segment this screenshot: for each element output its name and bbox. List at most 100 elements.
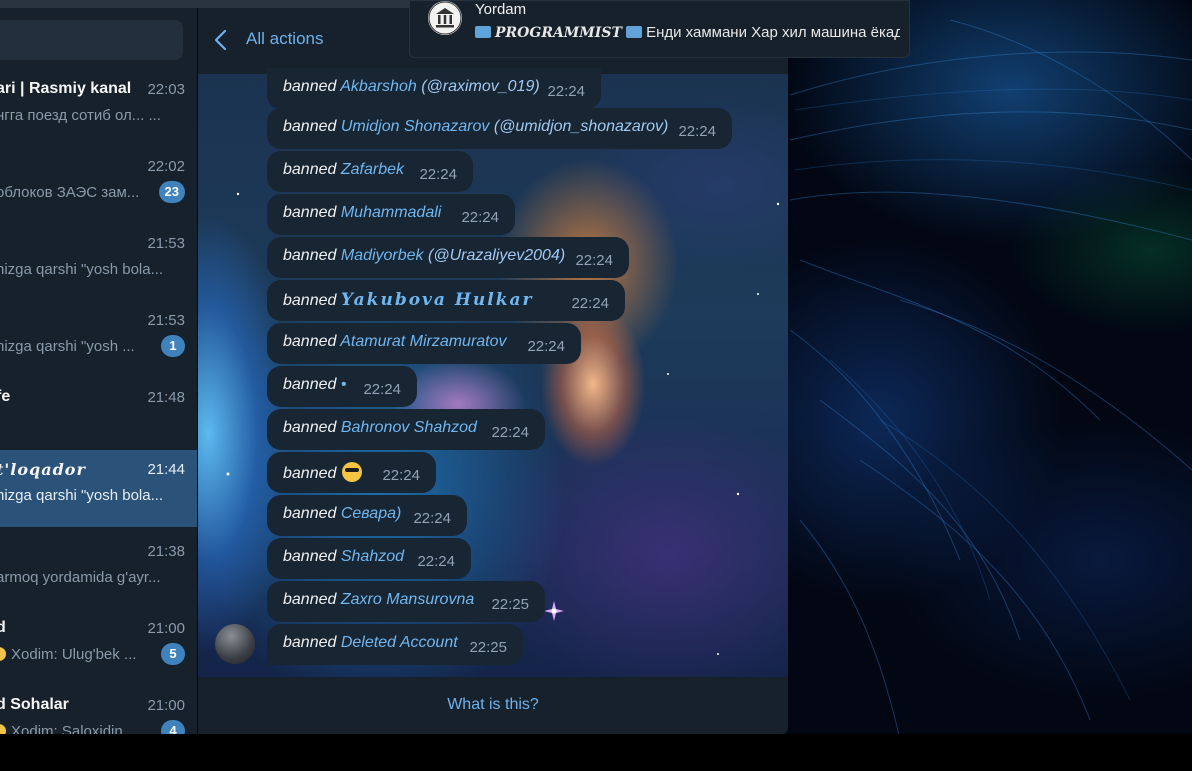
chat-list-item[interactable]: fe 21:48	[0, 378, 197, 455]
chat-list-item[interactable]: 21:53 nizga qarshi "yosh bola...	[0, 224, 197, 301]
chat-name: fe	[0, 388, 11, 405]
user-link[interactable]: Zaxro Mansurovna	[341, 591, 474, 608]
what-is-this-link[interactable]: What is this?	[198, 696, 788, 714]
user-link[interactable]: Umidjon Shonazarov	[341, 118, 490, 135]
action-text: banned Madiyorbek (@Urazaliyev2004)	[283, 247, 565, 265]
action-text: banned Bahronov Shahzod	[283, 419, 477, 437]
building-icon	[428, 1, 462, 35]
chat-list-sidebar: ari | Rasmiy kanal 22:03 нгга поезд соти…	[0, 8, 197, 734]
user-link[interactable]: Atamurat Mirzamuratov	[340, 333, 506, 350]
unread-badge: 1	[161, 335, 185, 357]
message-time: 22:24	[413, 510, 451, 527]
admin-action-message: banned Bahronov Shahzod 22:24	[267, 409, 545, 450]
chat-time: 21:53	[147, 235, 185, 252]
action-verb: banned	[283, 161, 337, 178]
admin-avatar[interactable]	[215, 624, 255, 664]
search-input[interactable]	[0, 20, 183, 60]
sunglasses-emoji-icon[interactable]	[342, 462, 363, 482]
chat-time: 21:38	[147, 543, 185, 560]
user-link[interactable]: Deleted Account	[341, 634, 458, 651]
channel-avatar	[428, 1, 462, 35]
chat-preview: Xodim: Ulug'bek ...	[0, 646, 142, 663]
user-link[interactable]: Севарa)	[341, 505, 401, 522]
chat-preview-text: Xodim: Ulug'bek ...	[11, 646, 137, 663]
admin-action-message: banned • 22:24	[267, 366, 417, 407]
chat-footer: What is this?	[198, 677, 788, 734]
username-link[interactable]: (@raximov_019)	[421, 78, 540, 95]
action-verb: banned	[283, 247, 337, 264]
laptop-emoji-icon	[626, 26, 643, 38]
admin-action-message: banned Akbarshoh (@raximov_019) 22:24	[267, 68, 601, 109]
message-time: 22:24	[547, 83, 585, 100]
admin-action-message: banned 22:24	[267, 452, 436, 493]
action-text: banned Akbarshoh (@raximov_019)	[283, 78, 540, 96]
all-actions-title[interactable]: All actions	[246, 29, 323, 49]
notification-message: Енди хаммани Хар хил машина ёкад...	[646, 24, 900, 41]
admin-action-message: banned Zafarbek 22:24	[267, 151, 473, 192]
action-text: banned Yakubova Hulkar	[283, 290, 533, 310]
admin-action-message: banned Atamurat Mirzamuratov 22:24	[267, 323, 581, 364]
chat-time: 21:44	[147, 461, 185, 478]
chat-list-item[interactable]: d 21:00 Xodim: Ulug'bek ... 5	[0, 609, 197, 686]
username-link[interactable]: (@umidjon_shonazarov)	[494, 118, 669, 135]
admin-action-message: banned Muhammadali 22:24	[267, 194, 515, 235]
chat-list-item-active[interactable]: t'loqador 21:44 nizga qarshi "yosh bola.…	[0, 450, 197, 527]
user-link[interactable]: Akbarshoh	[340, 78, 417, 95]
chat-preview: nizga qarshi "yosh ...	[0, 338, 135, 355]
chat-preview: armoq yordamida g'ayr...	[0, 569, 161, 586]
message-time: 22:24	[382, 467, 420, 484]
back-arrow-icon[interactable]	[210, 26, 232, 54]
action-text: banned Muhammadali	[283, 204, 441, 222]
chat-list-item[interactable]: 21:38 armoq yordamida g'ayr...	[0, 532, 197, 609]
admin-action-message: banned Umidjon Shonazarov (@umidjon_shon…	[267, 108, 732, 149]
message-time: 22:24	[575, 252, 613, 269]
sparkle-star-icon	[544, 601, 564, 621]
notification-text: PROGRAMMIST Енди хаммани Хар хил машина …	[475, 24, 900, 41]
action-text: banned Zaxro Mansurovna	[283, 591, 474, 609]
chat-time: 21:53	[147, 312, 185, 329]
user-link[interactable]: Zafarbek	[341, 161, 404, 178]
chat-preview-text: Xodim: Saloxidin...	[11, 723, 136, 734]
window-top-strip	[0, 0, 470, 8]
user-link[interactable]: Shahzod	[341, 548, 404, 565]
chat-list-item[interactable]: ari | Rasmiy kanal 22:03 нгга поезд соти…	[0, 70, 197, 147]
laptop-emoji-icon	[475, 26, 491, 38]
action-text: banned	[283, 462, 363, 483]
notification-sender: PROGRAMMIST	[495, 25, 622, 41]
unread-badge: 5	[161, 643, 185, 665]
chat-list-item[interactable]: 22:02 облоков ЗАЭС зам... 23	[0, 147, 197, 224]
action-verb: banned	[283, 78, 337, 95]
action-text: banned Shahzod	[283, 548, 404, 566]
desktop-notification[interactable]: Yordam PROGRAMMIST Енди хаммани Хар хил …	[409, 0, 910, 58]
action-verb: banned	[283, 591, 337, 608]
message-time: 22:24	[461, 209, 499, 226]
user-link[interactable]: Muhammadali	[341, 204, 441, 221]
user-link[interactable]: Yakubova Hulkar	[341, 290, 534, 310]
user-link[interactable]: •	[341, 376, 347, 393]
chat-time: 22:02	[147, 158, 185, 175]
chat-list-item[interactable]: 21:53 nizga qarshi "yosh ... 1	[0, 301, 197, 378]
chat-list-item[interactable]: d Sohalar 21:00 Xodim: Saloxidin... 4	[0, 686, 197, 734]
chat-preview: Xodim: Saloxidin...	[0, 723, 142, 734]
message-time: 22:24	[678, 123, 716, 140]
message-time: 22:24	[363, 381, 401, 398]
action-verb: banned	[283, 118, 337, 135]
chat-time: 22:03	[147, 81, 185, 98]
user-link[interactable]: Bahronov Shahzod	[341, 419, 477, 436]
message-time: 22:24	[527, 338, 565, 355]
action-verb: banned	[283, 292, 337, 309]
admin-action-message: banned Madiyorbek (@Urazaliyev2004) 22:2…	[267, 237, 629, 278]
admin-action-message: banned Yakubova Hulkar 22:24	[267, 280, 625, 321]
chat-name: d	[0, 619, 6, 636]
admin-action-message: banned Deleted Account 22:25	[267, 624, 523, 665]
message-time: 22:24	[571, 295, 609, 312]
action-text: banned Zafarbek	[283, 161, 404, 179]
chat-preview: нгга поезд сотиб ол... ...	[0, 107, 161, 124]
screen-bottom-edge	[0, 734, 1192, 771]
username-link[interactable]: (@Urazaliyev2004)	[428, 247, 565, 264]
action-verb: banned	[283, 204, 337, 221]
user-link[interactable]: Madiyorbek	[341, 247, 424, 264]
chat-preview: облоков ЗАЭС зам...	[0, 184, 140, 201]
admin-action-message: banned Севарa) 22:24	[267, 495, 467, 536]
action-text: banned Atamurat Mirzamuratov	[283, 333, 507, 351]
